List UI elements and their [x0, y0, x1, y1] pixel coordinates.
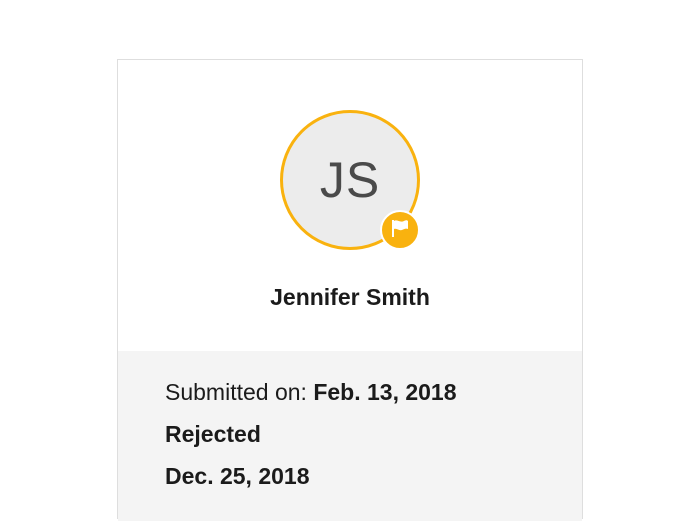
submitted-label: Submitted on:: [165, 379, 307, 405]
user-name: Jennifer Smith: [270, 284, 430, 310]
flag-badge: [380, 210, 420, 250]
submission-details: Submitted on: Feb. 13, 2018 Rejected Dec…: [118, 351, 582, 521]
flag-icon: [389, 217, 411, 244]
submitted-date: Feb. 13, 2018: [313, 379, 457, 405]
avatar-initials: JS: [319, 152, 381, 208]
status-text: Rejected: [165, 421, 261, 447]
status-date: Dec. 25, 2018: [165, 463, 310, 489]
submitted-row: Submitted on: Feb. 13, 2018: [165, 371, 582, 413]
submission-card: JS Jennifer Smith Submitted on: Feb. 13,…: [117, 59, 583, 521]
profile-section: JS Jennifer Smith: [118, 60, 582, 351]
